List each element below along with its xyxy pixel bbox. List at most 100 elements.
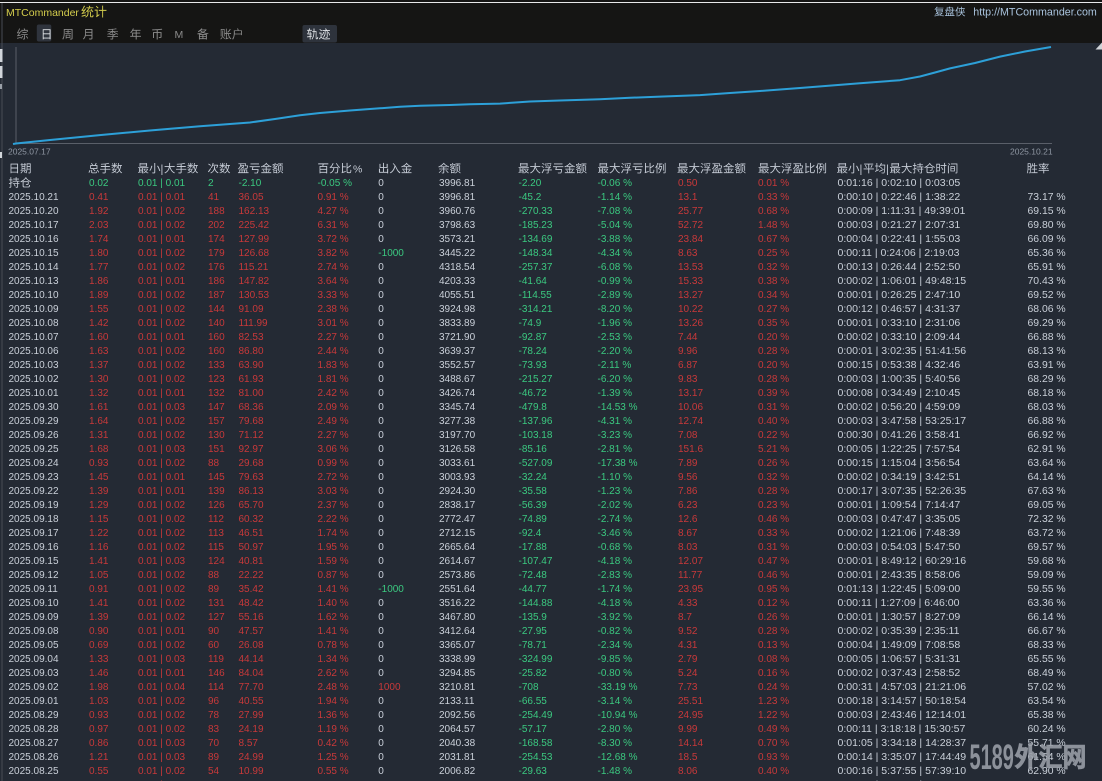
svg-text:4318.54: 4318.54 bbox=[439, 262, 476, 273]
svg-text:|: | bbox=[161, 164, 164, 176]
svg-text:3338.99: 3338.99 bbox=[439, 654, 476, 665]
svg-text:59.68 %: 59.68 % bbox=[1028, 556, 1066, 567]
svg-text:-2.80 %: -2.80 % bbox=[598, 724, 633, 735]
svg-text:-35.58: -35.58 bbox=[519, 486, 548, 497]
svg-text:-0.80 %: -0.80 % bbox=[598, 668, 633, 679]
svg-text:0: 0 bbox=[378, 402, 384, 413]
svg-text:0: 0 bbox=[378, 262, 384, 273]
svg-text:-107.47: -107.47 bbox=[519, 556, 553, 567]
svg-text:0.93 %: 0.93 % bbox=[758, 752, 789, 763]
svg-text:3365.07: 3365.07 bbox=[439, 640, 476, 651]
svg-text:0:00:03 | 3:47:58 | 53:25:17: 0:00:03 | 3:47:58 | 53:25:17 bbox=[838, 415, 967, 427]
svg-text:0.31 %: 0.31 % bbox=[758, 402, 789, 413]
svg-text:59.09 %: 59.09 % bbox=[1028, 570, 1066, 581]
svg-text:0.01 | 0.02: 0.01 | 0.02 bbox=[138, 500, 186, 511]
svg-text:1.59 %: 1.59 % bbox=[318, 556, 349, 567]
svg-text:11.77: 11.77 bbox=[678, 570, 703, 581]
svg-text:-2.20 %: -2.20 % bbox=[598, 346, 633, 357]
svg-text:1.83 %: 1.83 % bbox=[318, 360, 349, 371]
svg-text:63.64 %: 63.64 % bbox=[1028, 458, 1066, 469]
svg-text:3197.70: 3197.70 bbox=[439, 430, 476, 441]
svg-text:-85.16: -85.16 bbox=[519, 444, 548, 455]
svg-text:0: 0 bbox=[378, 514, 384, 525]
svg-text:-135.9: -135.9 bbox=[519, 612, 548, 623]
svg-text:0.91: 0.91 bbox=[89, 584, 109, 595]
svg-text:-1.74 %: -1.74 % bbox=[598, 584, 633, 595]
svg-text:0: 0 bbox=[378, 696, 384, 707]
svg-text:1.23 %: 1.23 % bbox=[758, 696, 789, 707]
svg-text:0: 0 bbox=[378, 192, 384, 203]
svg-text:1.95 %: 1.95 % bbox=[318, 542, 349, 553]
svg-text:112: 112 bbox=[208, 514, 224, 525]
svg-text:2025.09.29: 2025.09.29 bbox=[9, 416, 59, 427]
svg-text:0.27 %: 0.27 % bbox=[758, 304, 789, 315]
svg-text:0: 0 bbox=[378, 360, 384, 371]
svg-text:126.68: 126.68 bbox=[239, 248, 270, 259]
svg-text:157: 157 bbox=[208, 416, 225, 427]
svg-text:2.27 %: 2.27 % bbox=[318, 332, 349, 343]
svg-text:3960.76: 3960.76 bbox=[439, 206, 476, 217]
svg-text:-56.39: -56.39 bbox=[519, 500, 548, 511]
svg-text:64.14 %: 64.14 % bbox=[1028, 472, 1066, 483]
svg-text:0:00:18 | 3:14:57 | 50:18:54: 0:00:18 | 3:14:57 | 50:18:54 bbox=[838, 695, 967, 707]
svg-text:1.36 %: 1.36 % bbox=[318, 710, 349, 721]
svg-text:68.29 %: 68.29 % bbox=[1028, 374, 1066, 385]
svg-text:8.06: 8.06 bbox=[678, 766, 698, 777]
svg-text:0.93: 0.93 bbox=[89, 710, 109, 721]
svg-text:-45.2: -45.2 bbox=[519, 192, 542, 203]
svg-text:72.32 %: 72.32 % bbox=[1028, 514, 1066, 525]
svg-text:0.01 | 0.02: 0.01 | 0.02 bbox=[138, 766, 186, 777]
svg-text:2025.09.26: 2025.09.26 bbox=[9, 430, 59, 441]
svg-text:66.09 %: 66.09 % bbox=[1028, 234, 1066, 245]
svg-text:92.97: 92.97 bbox=[239, 444, 264, 455]
svg-text:54: 54 bbox=[208, 766, 220, 777]
svg-text:79.68: 79.68 bbox=[239, 416, 264, 427]
svg-text:2025.10.06: 2025.10.06 bbox=[9, 346, 59, 357]
svg-text:-8.30 %: -8.30 % bbox=[598, 738, 633, 749]
svg-text:1.77: 1.77 bbox=[89, 262, 109, 273]
svg-text:2025.09.11: 2025.09.11 bbox=[9, 584, 59, 595]
svg-text:0: 0 bbox=[378, 332, 384, 343]
svg-text:0:00:31 | 4:57:03 | 21:21:06: 0:00:31 | 4:57:03 | 21:21:06 bbox=[838, 681, 967, 693]
svg-text:0:00:04 | 1:49:09 | 7:08:58: 0:00:04 | 1:49:09 | 7:08:58 bbox=[838, 639, 961, 651]
svg-text:0: 0 bbox=[378, 752, 384, 763]
svg-text:0:00:15 | 1:15:04 | 3:56:54: 0:00:15 | 1:15:04 | 3:56:54 bbox=[838, 457, 961, 469]
svg-text:186: 186 bbox=[208, 276, 225, 287]
svg-text:79.63: 79.63 bbox=[239, 472, 264, 483]
svg-text:69.52 %: 69.52 % bbox=[1028, 290, 1066, 301]
svg-text:160: 160 bbox=[208, 346, 225, 357]
svg-text:83: 83 bbox=[208, 724, 220, 735]
svg-text:2025.10.01: 2025.10.01 bbox=[9, 388, 59, 399]
svg-text:82.53: 82.53 bbox=[239, 332, 264, 343]
svg-text:0: 0 bbox=[378, 486, 384, 497]
svg-text:2025.10.03: 2025.10.03 bbox=[9, 360, 59, 371]
svg-text:1.25 %: 1.25 % bbox=[318, 752, 349, 763]
svg-text:2025.09.02: 2025.09.02 bbox=[9, 682, 59, 693]
svg-text:0.47 %: 0.47 % bbox=[758, 556, 789, 567]
svg-text:-270.33: -270.33 bbox=[519, 206, 553, 217]
svg-text:1.80: 1.80 bbox=[89, 248, 109, 259]
svg-text:174: 174 bbox=[208, 234, 225, 245]
svg-text:9.52: 9.52 bbox=[678, 626, 698, 637]
svg-text:3003.93: 3003.93 bbox=[439, 472, 476, 483]
svg-text:0.26 %: 0.26 % bbox=[758, 612, 789, 623]
svg-text:57.02 %: 57.02 % bbox=[1028, 682, 1066, 693]
svg-text:50.97: 50.97 bbox=[239, 542, 264, 553]
svg-text:2025.09.08: 2025.09.08 bbox=[9, 626, 59, 637]
svg-text:13.1: 13.1 bbox=[678, 192, 698, 203]
svg-text:0.40 %: 0.40 % bbox=[758, 766, 789, 777]
svg-text:0.01 %: 0.01 % bbox=[758, 178, 789, 189]
svg-text:160: 160 bbox=[208, 332, 225, 343]
svg-text:7.73: 7.73 bbox=[678, 682, 698, 693]
svg-text:0: 0 bbox=[378, 654, 384, 665]
svg-text:-2.53 %: -2.53 % bbox=[598, 332, 633, 343]
svg-text:68.18 %: 68.18 % bbox=[1028, 388, 1066, 399]
svg-text:14.14: 14.14 bbox=[678, 738, 703, 749]
svg-text:2025.09.09: 2025.09.09 bbox=[9, 612, 59, 623]
svg-text:2025.08.25: 2025.08.25 bbox=[9, 766, 59, 777]
svg-text:2.37 %: 2.37 % bbox=[318, 500, 349, 511]
svg-text:0.95 %: 0.95 % bbox=[758, 584, 789, 595]
svg-text:2772.47: 2772.47 bbox=[439, 514, 476, 525]
svg-text:0.33 %: 0.33 % bbox=[758, 192, 789, 203]
svg-text:0.01 | 0.01: 0.01 | 0.01 bbox=[138, 486, 186, 497]
